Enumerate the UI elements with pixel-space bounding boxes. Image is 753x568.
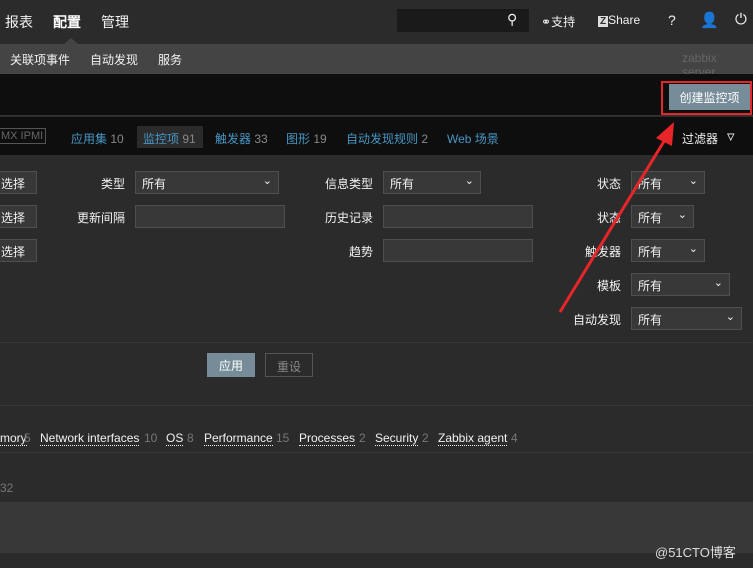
arrow-head [656, 122, 674, 146]
red-arrow-annotation [558, 122, 674, 313]
arrow-line [558, 137, 668, 313]
